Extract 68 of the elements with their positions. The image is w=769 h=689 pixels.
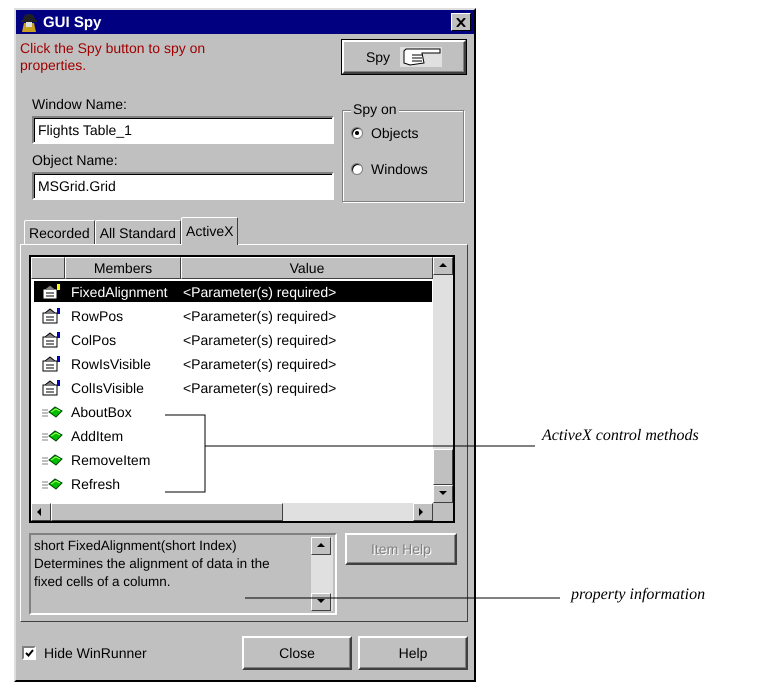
grid-row[interactable]: ColPos <Parameter(s) required> — [33, 328, 433, 351]
dialog-button[interactable]: Close — [242, 636, 352, 670]
value-cell-text: <Parameter(s) required> — [183, 308, 338, 324]
field-label: Window Name: — [32, 96, 128, 112]
member-cell-text: FixedAlignment — [71, 284, 168, 300]
radio-label[interactable]: Objects — [371, 125, 418, 141]
member-cell-text: Refresh — [71, 476, 122, 492]
radio-button[interactable] — [351, 163, 363, 175]
column-header[interactable]: Value — [181, 257, 433, 279]
dialog-button[interactable]: Help — [358, 636, 468, 670]
member-cell-text: AddItem — [71, 428, 124, 444]
vertical-scrollbar[interactable] — [433, 257, 453, 503]
spy-button[interactable]: Spy — [342, 40, 466, 74]
method-icon — [41, 428, 63, 442]
instruction-text: Click the Spy button to spy on properties. — [20, 40, 206, 74]
property-icon — [42, 356, 62, 372]
value-cell-text: <Parameter(s) required> — [183, 284, 338, 300]
spy-figure-icon — [19, 12, 39, 32]
horizontal-scrollbar[interactable] — [31, 503, 433, 521]
grid-row[interactable]: AboutBox — [33, 400, 433, 423]
member-cell-text: ColIsVisible — [71, 380, 145, 396]
value-cell-text: <Parameter(s) required> — [183, 380, 338, 396]
checkbox[interactable] — [22, 646, 36, 660]
member-cell-text: AboutBox — [71, 404, 133, 420]
property-icon — [42, 308, 62, 324]
callout-text: ActiveX control methods — [542, 427, 699, 445]
grid-row[interactable]: AddItem — [33, 424, 433, 447]
member-cell-text: ColPos — [71, 332, 118, 348]
property-icon — [42, 284, 62, 300]
description-text: Determines the alignment of data in the fixed cells of a column. — [34, 555, 271, 591]
grid-row[interactable]: ColIsVisible <Parameter(s) required> — [33, 376, 433, 399]
vertical-scrollbar[interactable] — [311, 537, 333, 611]
callout-text: property information — [571, 586, 706, 604]
scrollbar-corner — [433, 503, 453, 521]
window-title: GUI Spy — [43, 14, 102, 30]
method-icon — [41, 404, 63, 418]
field-label: Object Name: — [32, 152, 119, 168]
member-cell-text: RowIsVisible — [71, 356, 152, 372]
property-icon — [42, 332, 62, 348]
description-text: short FixedAlignment(short Index) — [34, 537, 238, 555]
column-header[interactable]: Members — [65, 257, 181, 279]
value-cell-text: <Parameter(s) required> — [183, 356, 338, 372]
scroll-thumb[interactable] — [433, 449, 453, 485]
method-icon — [41, 476, 63, 490]
grid-row[interactable]: RowIsVisible <Parameter(s) required> — [33, 352, 433, 375]
scroll-thumb[interactable] — [51, 503, 283, 521]
grid-row[interactable]: RemoveItem — [33, 448, 433, 471]
tab[interactable]: Recorded — [24, 220, 95, 244]
member-cell-text: RowPos — [71, 308, 124, 324]
object-name-field[interactable]: MSGrid.Grid — [32, 172, 334, 200]
window-name-field[interactable]: Flights Table_1 — [32, 116, 334, 144]
close-icon — [456, 18, 466, 26]
group-title: Spy on — [351, 101, 399, 117]
close-button[interactable] — [451, 13, 471, 31]
grid-row[interactable]: FixedAlignment <Parameter(s) required> — [33, 280, 433, 303]
checkbox-label[interactable]: Hide WinRunner — [44, 645, 147, 661]
radio-label[interactable]: Windows — [371, 161, 428, 177]
member-cell-text: RemoveItem — [71, 452, 152, 468]
value-cell-text: <Parameter(s) required> — [183, 332, 338, 348]
tab[interactable]: All Standard — [94, 220, 181, 244]
pointing-hand-icon — [400, 45, 442, 69]
grid-row[interactable]: RowPos <Parameter(s) required> — [33, 304, 433, 327]
method-icon — [41, 452, 63, 466]
radio-button[interactable] — [351, 127, 363, 139]
property-icon — [42, 380, 62, 396]
grid-row[interactable]: Refresh — [33, 472, 433, 495]
tab[interactable]: ActiveX — [180, 217, 238, 245]
checkmark-icon — [24, 649, 34, 657]
